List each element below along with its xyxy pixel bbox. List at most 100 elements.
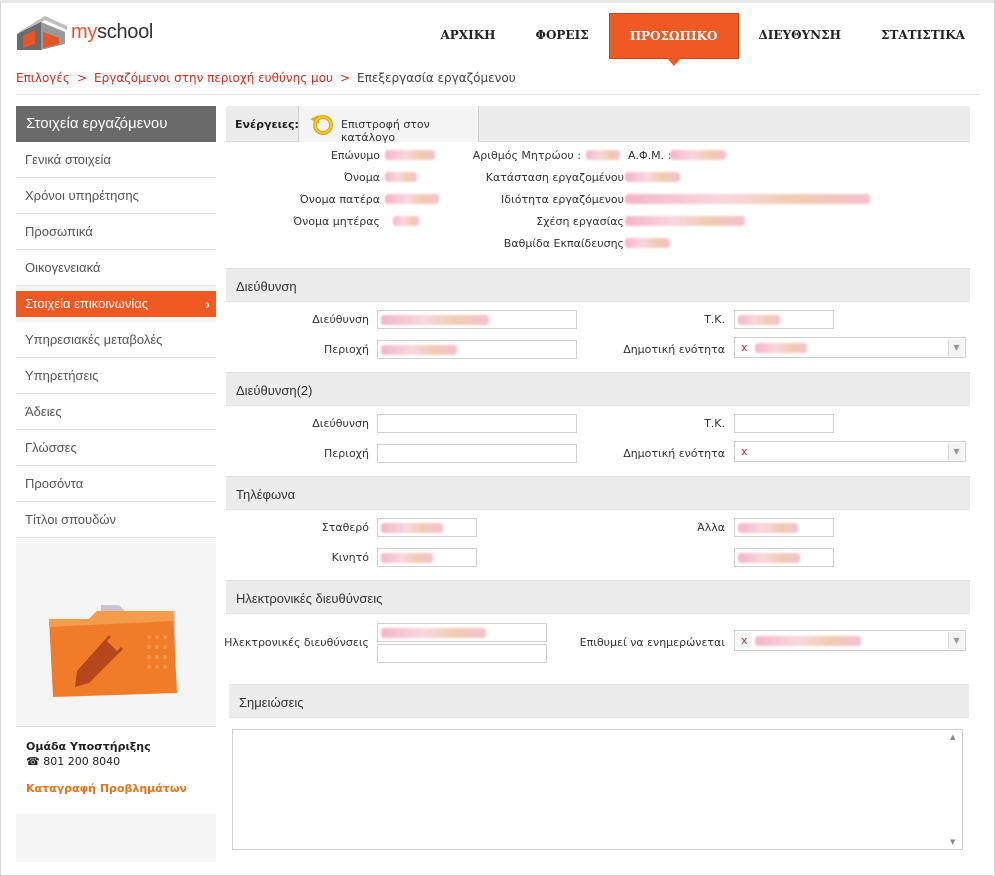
email-input-1[interactable] [377, 623, 547, 642]
breadcrumb-options[interactable]: Επιλογές [16, 71, 70, 85]
address-zip-label: Τ.Κ. [704, 313, 725, 326]
address-area-label: Περιοχή [324, 343, 369, 356]
address-zip-input[interactable] [734, 310, 834, 329]
landline-input[interactable] [377, 518, 477, 537]
nav-home[interactable]: ΑΡΧΙΚΗ [420, 13, 515, 59]
employee-role-value [625, 194, 870, 204]
address-section-header: Διεύθυνση [226, 268, 970, 302]
emails-label: Ηλεκτρονικές διευθύνσεις [224, 636, 369, 649]
back-to-list-label: Επιστροφή στον κατάλογο [341, 118, 430, 144]
chevron-down-icon[interactable]: ▼ [948, 443, 964, 460]
address2-street-input[interactable] [377, 414, 577, 433]
back-arrow-icon [310, 115, 333, 135]
address-street-label: Διεύθυνση [312, 313, 369, 326]
sidebar-item-service-times[interactable]: Χρόνοι υπηρέτησης [16, 178, 216, 214]
address2-municipality-label: Δημοτική ενότητα [623, 447, 725, 460]
phone-icon: ☎ [26, 755, 40, 768]
sidebar-item-languages[interactable]: Γλώσσες [16, 430, 216, 466]
afm-label: Α.Φ.Μ. : [628, 149, 672, 162]
sidebar-item-contact[interactable]: Στοιχεία επικοινωνίας › [16, 291, 216, 317]
breadcrumb-employees[interactable]: Εργαζόμενοι στην περιοχή ευθύνης μου [94, 71, 333, 85]
chevron-down-icon[interactable]: ▼ [948, 339, 964, 356]
sidebar-item-qualifications[interactable]: Προσόντα [16, 466, 216, 502]
textarea-scrollbar[interactable]: ▲ ▼ [946, 730, 962, 849]
mobile-input[interactable] [377, 548, 477, 567]
breadcrumb-separator: > [339, 71, 351, 85]
nav-statistics[interactable]: ΣΤΑΤΙΣΤΙΚΑ [861, 13, 985, 59]
emails-section-header: Ηλεκτρονικές διευθύνσεις [226, 580, 970, 614]
registry-number-value [586, 150, 620, 160]
sidebar-title: Στοιχεία εργαζόμενου [16, 106, 216, 142]
surname-value [385, 150, 435, 160]
surname-label: Επώνυμο [330, 149, 380, 162]
sidebar-item-leaves[interactable]: Άδειες [16, 394, 216, 430]
chevron-right-icon: › [205, 296, 210, 312]
email-input-2[interactable] [377, 644, 547, 663]
name-label: Όνομα [343, 171, 380, 184]
top-nav: ΑΡΧΙΚΗ ΦΟΡΕΙΣ ΠΡΟΣΩΠΙΚΟ ΔΙΕΥΘΥΝΣΗ ΣΤΑΤΙΣ… [420, 13, 985, 66]
address-street-input[interactable] [377, 310, 577, 329]
notes-section-title: Σημειώσεις [239, 695, 304, 710]
address2-section-title: Διεύθυνση(2) [236, 383, 313, 398]
back-to-list-button[interactable]: Επιστροφή στον κατάλογο [298, 106, 479, 144]
mother-name-value [393, 216, 419, 226]
scroll-up-icon[interactable]: ▲ [950, 733, 955, 741]
sidebar-item-services[interactable]: Υπηρετήσεις [16, 358, 216, 394]
education-level-label: Βαθμίδα Εκπαίδευσης [503, 237, 624, 250]
phones-section-header: Τηλέφωνα [226, 476, 970, 510]
logo-icon [17, 16, 67, 50]
address2-street-label: Διεύθυνση [312, 417, 369, 430]
employment-relation-label: Σχέση εργασίας [536, 215, 624, 228]
sidebar-item-personal[interactable]: Προσωπικά [16, 214, 216, 250]
other-phone-input-2[interactable] [734, 548, 834, 567]
logo-prefix: my [71, 21, 98, 43]
mother-name-label: Όνομα μητέρας [293, 215, 380, 228]
mobile-value [381, 553, 433, 563]
sidebar-item-general[interactable]: Γενικά στοιχεία [16, 142, 216, 178]
landline-value [381, 523, 443, 533]
actions-bar: Ενέργειες: Επιστροφή στον κατάλογο [226, 106, 970, 144]
sidebar-item-label: Στοιχεία επικοινωνίας [25, 296, 149, 311]
address-municipality-label: Δημοτική ενότητα [623, 343, 725, 356]
chevron-down-icon[interactable]: ▼ [948, 632, 964, 649]
clear-selection-icon[interactable]: x [741, 341, 748, 354]
other-phones-label: Άλλα [697, 521, 725, 534]
mobile-label: Κινητό [331, 551, 369, 564]
address2-area-input[interactable] [377, 444, 577, 463]
sidebar: Στοιχεία εργαζόμενου Γενικά στοιχεία Χρό… [16, 106, 216, 862]
address-zip-value [738, 315, 780, 325]
notes-textarea[interactable]: ▲ ▼ [232, 729, 963, 850]
sidebar-item-service-changes[interactable]: Υπηρεσιακές μεταβολές [16, 322, 216, 358]
breadcrumb-current: Επεξεργασία εργαζόμενου [357, 71, 516, 85]
notify-label: Επιθυμεί να ενημερώνεται [579, 636, 725, 649]
nav-personnel[interactable]: ΠΡΟΣΩΠΙΚΟ [608, 13, 739, 66]
sidebar-item-degrees[interactable]: Τίτλοι σπουδών [16, 502, 216, 538]
emails-section-title: Ηλεκτρονικές διευθύνσεις [236, 591, 383, 606]
clear-selection-icon[interactable]: x [741, 634, 748, 647]
sidebar-item-family[interactable]: Οικογενειακά [16, 250, 216, 286]
address-area-input[interactable] [377, 340, 577, 359]
clear-selection-icon[interactable]: x [741, 445, 748, 458]
other-phone-input-1[interactable] [734, 518, 834, 537]
address-municipality-select[interactable]: x ▼ [734, 337, 966, 358]
employee-status-label: Κατάσταση εργαζομένου [485, 171, 624, 184]
address2-area-label: Περιοχή [324, 447, 369, 460]
edit-folder-icon [49, 605, 177, 697]
logo-wordmark[interactable]: myschool [71, 21, 153, 44]
address-municipality-value [755, 343, 807, 353]
notify-select[interactable]: x ▼ [734, 630, 966, 651]
other-phone-value-1 [738, 523, 798, 533]
support-phone: ☎ 801 200 8040 [26, 755, 206, 768]
actions-label: Ενέργειες: [235, 118, 299, 131]
address-street-value [381, 315, 489, 325]
notify-value [755, 636, 861, 646]
address2-municipality-select[interactable]: x ▼ [734, 441, 966, 462]
employee-role-label: Ιδιότητα εργαζόμενου [501, 193, 624, 206]
notes-section-header: Σημειώσεις [229, 684, 969, 718]
nav-directorate[interactable]: ΔΙΕΥΘΥΝΣΗ [739, 13, 861, 59]
scroll-down-icon[interactable]: ▼ [950, 838, 955, 846]
report-problems-link[interactable]: Καταγραφή Προβλημάτων [26, 782, 206, 795]
nav-organizations[interactable]: ΦΟΡΕΙΣ [516, 13, 609, 59]
address2-zip-input[interactable] [734, 414, 834, 433]
father-name-label: Όνομα πατέρα [299, 193, 380, 206]
